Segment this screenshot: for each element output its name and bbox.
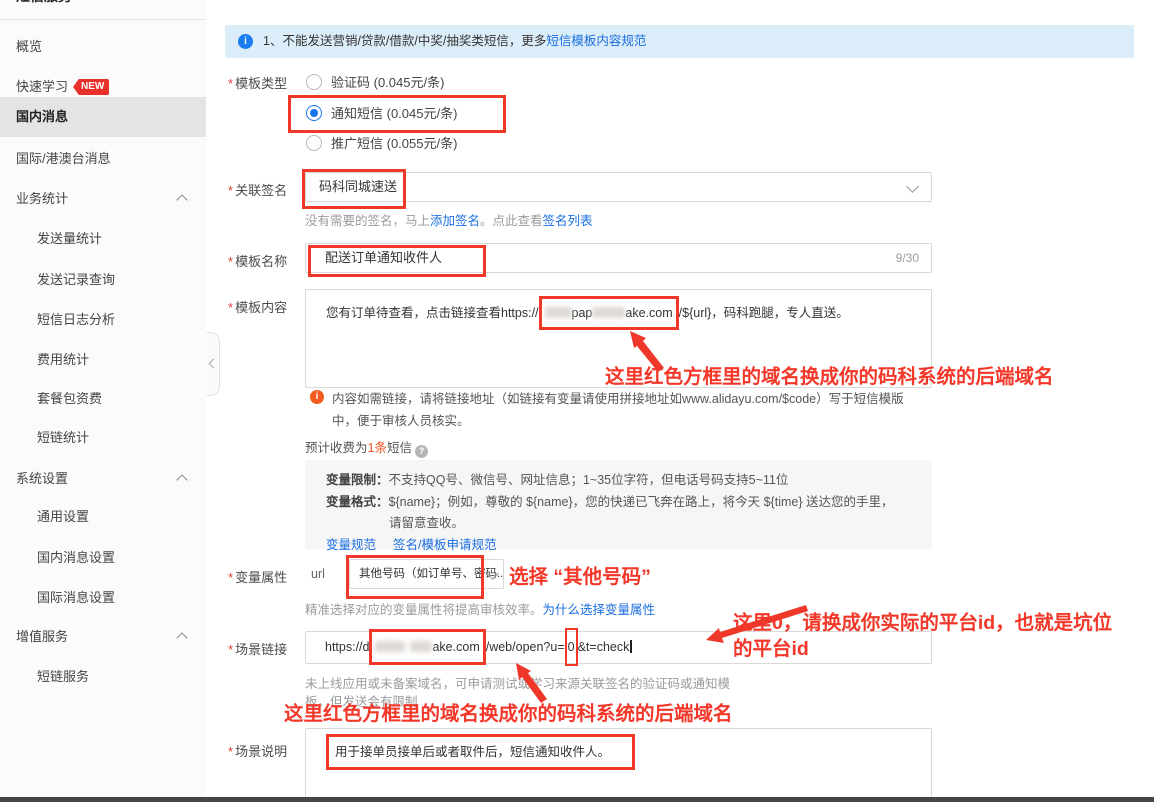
divider <box>0 19 206 20</box>
sidebar-item-shortlink-stats[interactable]: 短链统计 <box>0 418 206 458</box>
sms-template-create-page: 短信服务 概览 快速学习NEW 国内消息 国际/港澳台消息 业务统计 发送量统计… <box>0 0 1154 802</box>
content-note-line2: 中，便于审核人员核实。 <box>332 410 470 429</box>
notice-text: 1、不能发送营销/贷款/借款/中奖/抽奖类短信，更多短信模板内容规范 <box>263 34 646 48</box>
radio-option-notification[interactable]: 通知短信 (0.045元/条) <box>306 103 457 125</box>
sidebar-collapse-handle[interactable] <box>206 332 220 396</box>
field-label-signature: *关联签名 <box>228 180 287 199</box>
scene-desc-textarea[interactable]: 用于接单员接单后或者取件后，短信通知收件人。 <box>305 728 932 802</box>
sidebar-item-intl-messages[interactable]: 国际/港澳台消息 <box>0 139 206 179</box>
field-label-template-name: *模板名称 <box>228 251 287 270</box>
variable-attr-value: 其他号码（如订单号、密码.. <box>359 568 503 580</box>
variable-name: url <box>311 567 325 581</box>
template-rules-link[interactable]: 短信模板内容规范 <box>546 34 646 48</box>
warning-icon: i <box>310 390 324 404</box>
variable-limit-line: 变量限制：不支持QQ号、微信号、网址信息；1~35位字符，但电话号码支持5~11… <box>326 470 932 492</box>
content-note-line1: 内容如需链接，请将链接地址（如链接有变量请使用拼接地址如www.alidayu.… <box>332 388 904 407</box>
platform-id-value: 0 <box>568 640 575 654</box>
sidebar-item-send-volume-stats[interactable]: 发送量统计 <box>0 219 206 259</box>
variable-spec-link[interactable]: 变量规范 <box>326 538 376 552</box>
radio-option-promotion[interactable]: 推广短信 (0.055元/条) <box>306 133 457 155</box>
fee-estimate: 预计收费为1条短信? <box>305 437 428 458</box>
variable-attr-help: 精准选择对应的变量属性将提高审核效率。为什么选择变量属性 <box>305 599 655 618</box>
field-label-variable-attr: *变量属性 <box>228 567 287 586</box>
scene-desc-value: 用于接单员接单后或者取件后，短信通知收件人。 <box>335 745 610 759</box>
chevron-up-icon <box>176 474 187 485</box>
sidebar-item-overview[interactable]: 概览 <box>0 27 206 67</box>
sidebar-item-domestic-msg-settings[interactable]: 国内消息设置 <box>0 538 206 578</box>
signature-value: 码科同城速送 <box>319 179 397 194</box>
annotation-scene-domain: 这里红色方框里的域名换成你的码科系统的后端域名 <box>284 697 733 726</box>
sidebar-item-intl-msg-settings[interactable]: 国际消息设置 <box>0 578 206 618</box>
fee-count: 1条 <box>368 441 387 455</box>
notice-bar: i 1、不能发送营销/贷款/借款/中奖/抽奖类短信，更多短信模板内容规范 <box>225 25 1134 58</box>
template-name-value: 配送订单通知收件人 <box>325 250 442 265</box>
radio-icon[interactable] <box>306 74 322 90</box>
sidebar-item-domestic-messages[interactable]: 国内消息 <box>0 97 206 137</box>
sidebar-item-value-added-services[interactable]: 增值服务 <box>0 617 206 657</box>
sidebar: 短信服务 概览 快速学习NEW 国内消息 国际/港澳台消息 业务统计 发送量统计… <box>0 0 207 802</box>
variable-rules-box: 变量限制：不支持QQ号、微信号、网址信息；1~35位字符，但电话号码支持5~11… <box>305 460 932 549</box>
field-label-template-content: *模板内容 <box>228 297 287 316</box>
bottom-edge <box>0 797 1154 802</box>
annotation-box-content-domain: papake.com <box>539 296 679 330</box>
chevron-up-icon <box>176 632 187 643</box>
field-label-scene-link: *场景链接 <box>228 639 287 658</box>
add-signature-link[interactable]: 添加签名 <box>430 214 480 228</box>
signature-list-link[interactable]: 签名列表 <box>543 214 593 228</box>
redacted-text <box>592 307 625 318</box>
sidebar-item-fee-stats[interactable]: 费用统计 <box>0 340 206 380</box>
why-variable-attr-link[interactable]: 为什么选择变量属性 <box>543 603 656 617</box>
template-name-input[interactable]: 配送订单通知收件人 9/30 <box>305 243 932 273</box>
annotation-content-domain: 这里红色方框里的域名换成你的码科系统的后端域名 <box>605 360 1054 389</box>
annotation-select-other: 选择 “其他号码” <box>509 560 651 589</box>
redacted-text <box>410 641 432 652</box>
field-label-scene-desc: *场景说明 <box>228 741 287 760</box>
scene-link-input[interactable]: https://dake.com/web/open?u=0&t=check <box>305 631 932 664</box>
redacted-text <box>545 307 572 318</box>
annotation-arrow-to-id <box>702 600 814 650</box>
field-label-template-type: *模板类型 <box>228 73 287 92</box>
radio-checked-icon[interactable] <box>306 105 322 121</box>
help-question-icon[interactable]: ? <box>415 445 428 458</box>
chevron-down-icon <box>906 180 919 193</box>
sidebar-item-package-fee[interactable]: 套餐包资费 <box>0 379 206 419</box>
sidebar-item-system-settings[interactable]: 系统设置 <box>0 459 206 499</box>
char-counter: 9/30 <box>896 244 919 272</box>
chevron-left-icon <box>209 359 219 369</box>
sidebar-item-shortlink-service[interactable]: 短链服务 <box>0 657 206 697</box>
signature-help: 没有需要的签名，马上添加签名。点此查看签名列表 <box>305 210 593 229</box>
new-badge: NEW <box>73 79 109 95</box>
template-apply-spec-link[interactable]: 签名/模板申请规范 <box>393 538 496 552</box>
radio-option-captcha[interactable]: 验证码 (0.045元/条) <box>306 72 444 94</box>
variable-attr-select[interactable]: 其他号码（如订单号、密码.. <box>349 559 504 589</box>
redacted-text <box>375 641 405 652</box>
sidebar-item-sms-log-analysis[interactable]: 短信日志分析 <box>0 300 206 340</box>
annotation-box-scene-desc: 用于接单员接单后或者取件后，短信通知收件人。 <box>326 734 635 770</box>
info-icon: i <box>238 34 253 49</box>
variable-format-line: 变量格式：${name}；例如，尊敬的 ${name}，您的快递已飞奔在路上，将… <box>326 492 932 514</box>
annotation-box-scene-domain: ake.com <box>369 629 485 665</box>
signature-select[interactable]: 码科同城速送 <box>305 172 932 202</box>
variable-format-line2: 请留意查收。 <box>326 513 932 535</box>
sidebar-item-send-record-query[interactable]: 发送记录查询 <box>0 260 206 300</box>
radio-icon[interactable] <box>306 135 322 151</box>
form-content: i 1、不能发送营销/贷款/借款/中奖/抽奖类短信，更多短信模板内容规范 *模板… <box>206 0 1154 802</box>
sidebar-item-business-stats[interactable]: 业务统计 <box>0 179 206 219</box>
sidebar-item-general-settings[interactable]: 通用设置 <box>0 497 206 537</box>
text-caret <box>630 640 632 653</box>
sidebar-item-sms-service[interactable]: 短信服务 <box>16 0 72 5</box>
annotation-box-platform-id: 0 <box>565 628 578 666</box>
chevron-up-icon <box>176 194 187 205</box>
